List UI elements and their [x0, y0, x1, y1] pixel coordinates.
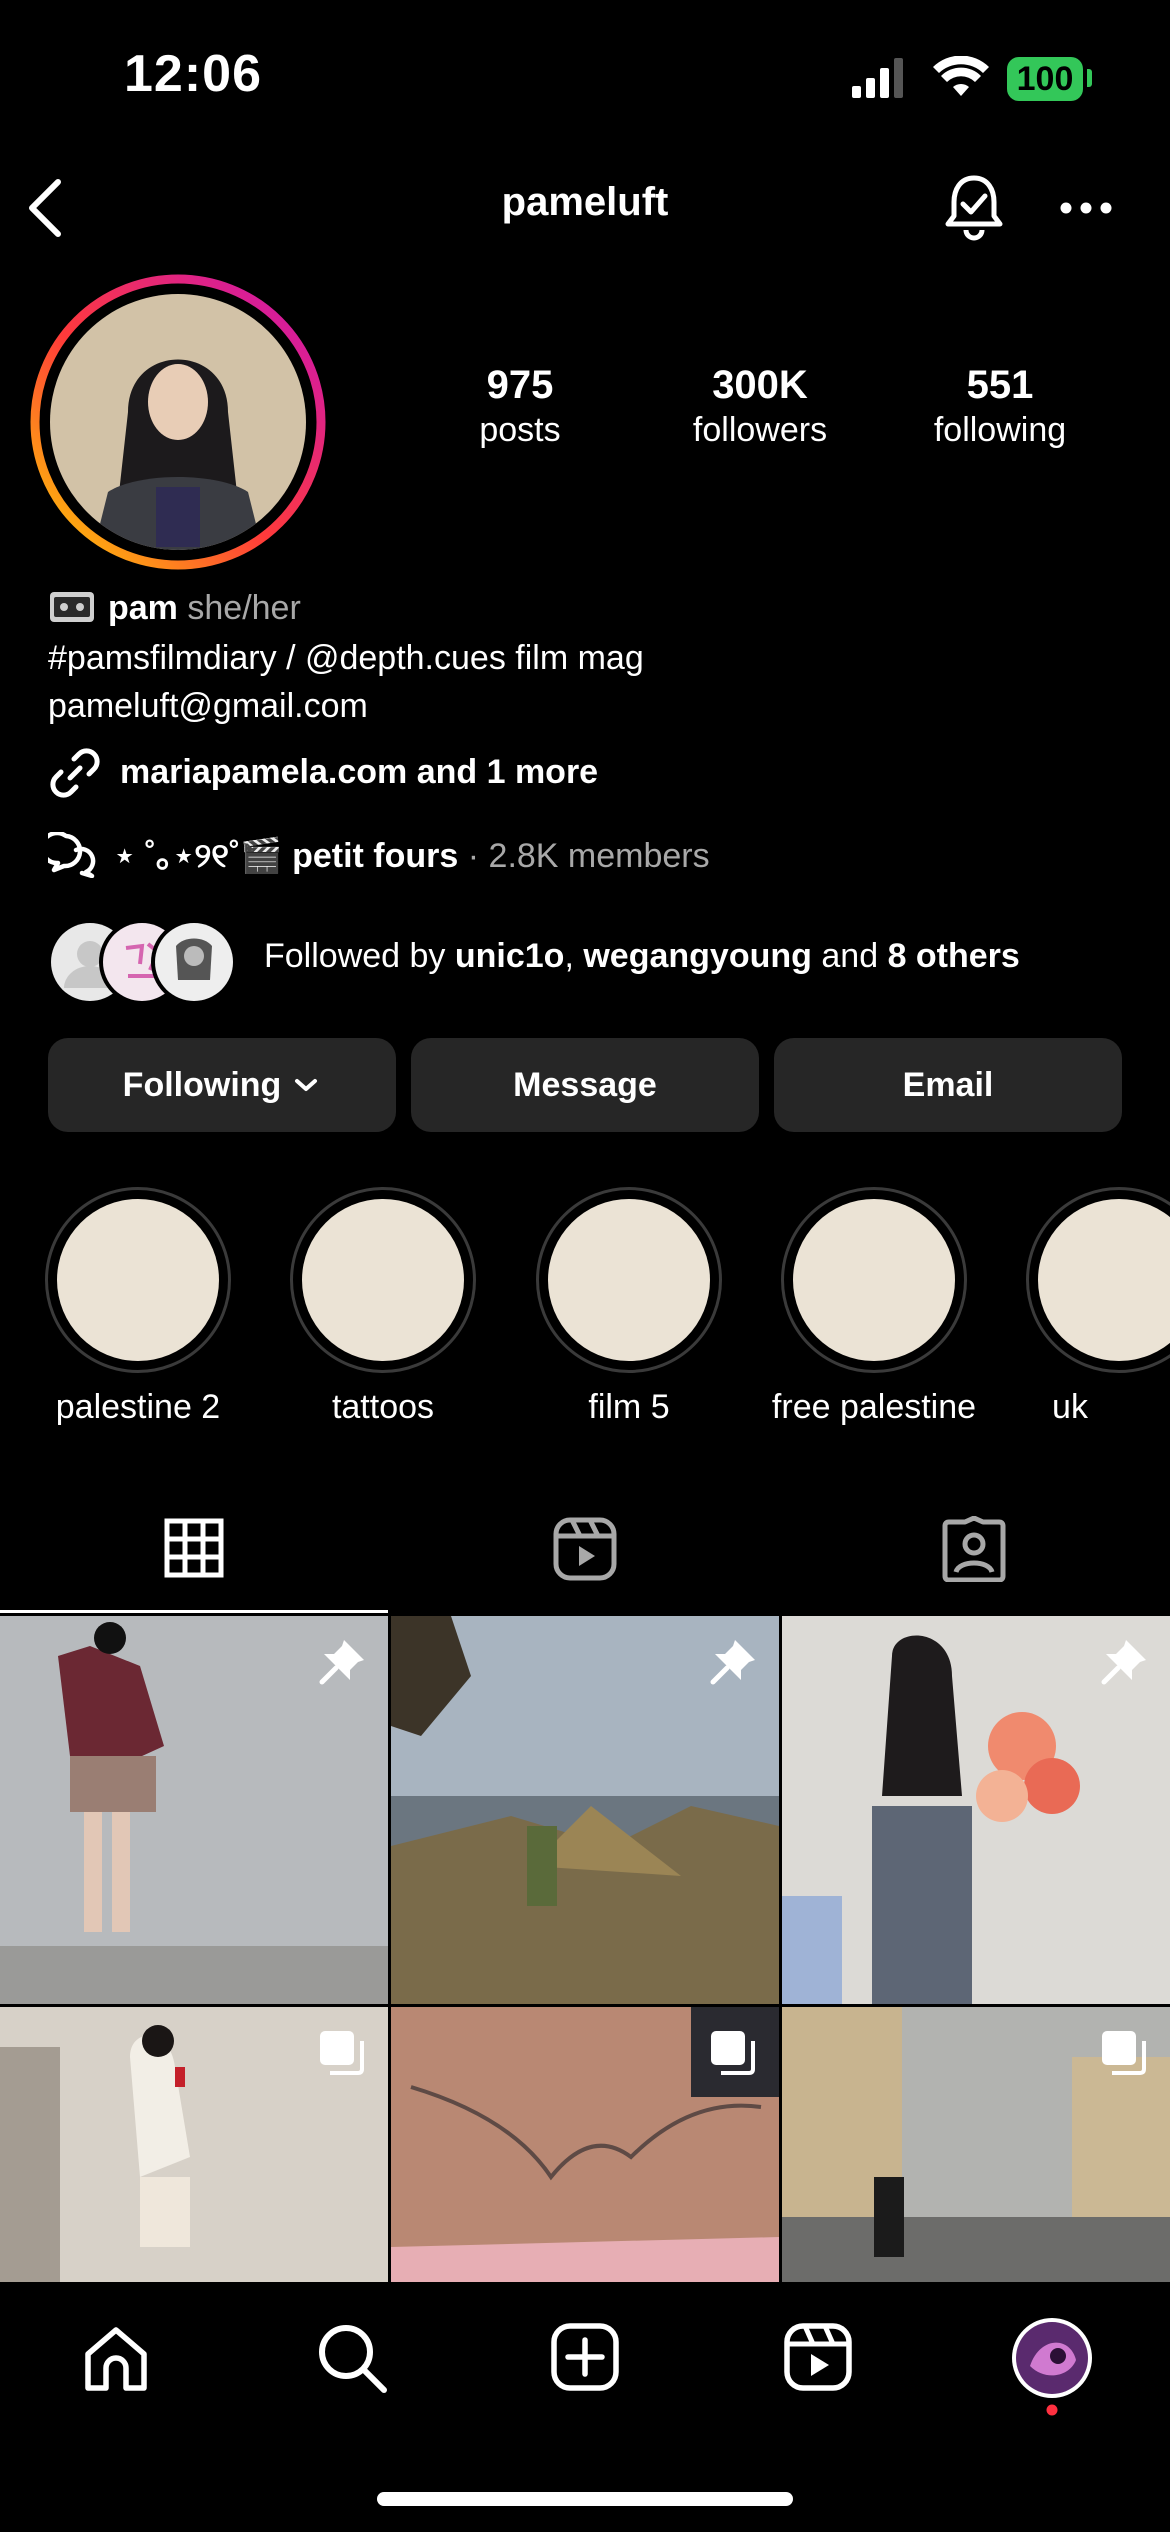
- bio-name-line: pam she/her: [108, 584, 301, 632]
- channel-name: ⋆ ˚｡⋆୨୧˚🎬 petit fours: [114, 837, 459, 875]
- highlight-cover: [548, 1199, 710, 1361]
- carousel-icon: [320, 2031, 364, 2075]
- pinned-icon: [319, 1640, 364, 1685]
- highlight-uk[interactable]: [1026, 1187, 1170, 1373]
- followed-by-prefix: Followed by: [264, 937, 446, 975]
- email-button[interactable]: Email: [774, 1038, 1122, 1132]
- highlight-tattoos[interactable]: [290, 1187, 476, 1373]
- post-thumbnail[interactable]: [782, 1616, 1170, 2004]
- pinned-icon: [1101, 1640, 1146, 1685]
- carousel-icon: [1102, 2031, 1146, 2075]
- vhs-tape-icon: [50, 592, 94, 622]
- followed-by-comma: ,: [564, 937, 574, 975]
- bio-link[interactable]: mariapamela.com and 1 more: [120, 748, 598, 796]
- reels-nav-icon[interactable]: [783, 2322, 853, 2392]
- channel-members: 2.8K members: [488, 837, 710, 875]
- post-thumbnail[interactable]: [391, 1616, 779, 2004]
- following-button-label: Following: [122, 1065, 282, 1104]
- signal-icon: [852, 58, 903, 98]
- channel-separator: ·: [467, 837, 480, 875]
- channel-chat-icon: [48, 832, 96, 878]
- search-icon[interactable]: [314, 2320, 390, 2396]
- bio-email[interactable]: pameluft@gmail.com: [48, 682, 368, 730]
- following-button[interactable]: Following: [48, 1038, 396, 1132]
- create-post-icon[interactable]: [550, 2322, 620, 2392]
- grid-icon[interactable]: [164, 1518, 224, 1578]
- highlight-palestine-2[interactable]: [45, 1187, 231, 1373]
- followed-by-and: and: [821, 937, 879, 975]
- highlight-cover: [302, 1199, 464, 1361]
- followed-by-text[interactable]: Followed by unic1o, wegangyoung and 8 ot…: [264, 932, 1020, 980]
- highlight-film-5[interactable]: [536, 1187, 722, 1373]
- more-options-icon[interactable]: [1058, 196, 1114, 220]
- bio-name: pam: [108, 589, 178, 627]
- post-thumbnail[interactable]: [0, 2007, 388, 2282]
- highlight-label: film 5: [588, 1388, 670, 1426]
- stat-following-value: 551: [966, 363, 1034, 407]
- notification-bell-icon[interactable]: [942, 172, 1006, 244]
- active-tab-indicator: [0, 1610, 388, 1613]
- highlight-cover: [793, 1199, 955, 1361]
- battery-indicator: 100: [1007, 57, 1083, 101]
- highlight-cover: [1038, 1199, 1170, 1361]
- stat-posts-value: 975: [486, 363, 554, 407]
- message-button[interactable]: Message: [411, 1038, 759, 1132]
- stat-following[interactable]: 551 following: [900, 362, 1100, 452]
- home-indicator: [377, 2492, 793, 2506]
- battery-cap: [1087, 69, 1092, 87]
- post-thumbnail[interactable]: [391, 2007, 779, 2282]
- stat-followers[interactable]: 300K followers: [660, 362, 860, 452]
- highlight-label: tattoos: [331, 1388, 435, 1426]
- stat-followers-value: 300K: [712, 363, 808, 407]
- highlight-label: uk: [1052, 1388, 1088, 1426]
- wifi-icon: [933, 56, 989, 96]
- bio-pronouns: she/her: [187, 589, 301, 627]
- post-thumbnail[interactable]: [0, 1616, 388, 2004]
- profile-avatar[interactable]: [28, 272, 328, 572]
- status-time: 12:06: [124, 45, 262, 103]
- stat-following-label: following: [933, 411, 1067, 449]
- followed-by-user-1[interactable]: unic1o: [455, 937, 565, 975]
- followed-by-user-2[interactable]: wegangyoung: [583, 937, 812, 975]
- broadcast-channel[interactable]: ⋆ ˚｡⋆୨୧˚🎬 petit fours · 2.8K members: [114, 832, 710, 880]
- stat-posts[interactable]: 975 posts: [420, 362, 620, 452]
- highlight-free-palestine[interactable]: [781, 1187, 967, 1373]
- link-icon: [50, 748, 100, 798]
- chevron-down-icon: [295, 1079, 318, 1091]
- highlight-label: free palestine: [771, 1388, 977, 1426]
- mutual-followers-avatars[interactable]: [46, 914, 246, 1006]
- post-thumbnail[interactable]: [782, 2007, 1170, 2282]
- carousel-icon: [711, 2031, 755, 2075]
- highlight-label: palestine 2: [55, 1388, 221, 1426]
- pinned-icon: [710, 1640, 755, 1685]
- tagged-icon[interactable]: [941, 1516, 1007, 1582]
- notification-dot: [1046, 2404, 1058, 2416]
- mutual-avatar-3: [151, 919, 237, 1005]
- highlight-ring: [1026, 1187, 1170, 1373]
- followed-by-others[interactable]: 8 others: [888, 937, 1020, 975]
- stat-posts-label: posts: [479, 411, 561, 449]
- bio-line-1: #pamsfilmdiary / @depth.cues film mag: [48, 639, 644, 677]
- profile-nav-avatar[interactable]: [1010, 2316, 1094, 2400]
- reels-icon[interactable]: [552, 1516, 618, 1582]
- home-icon[interactable]: [80, 2324, 152, 2396]
- highlight-cover: [57, 1199, 219, 1361]
- stat-followers-label: followers: [692, 411, 828, 449]
